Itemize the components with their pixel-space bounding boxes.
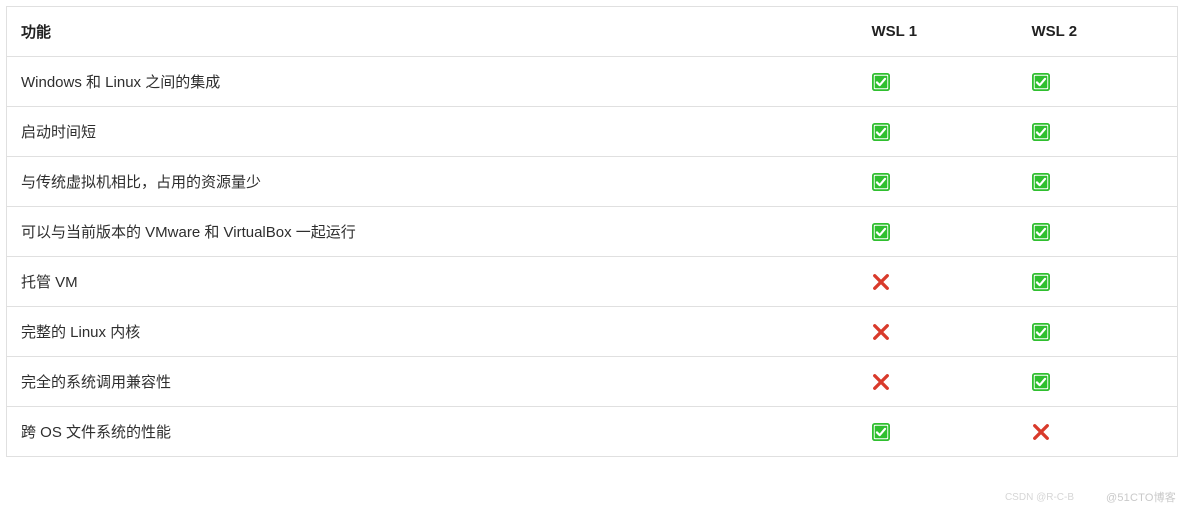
wsl1-cell (858, 107, 1018, 157)
wsl2-cell (1018, 207, 1178, 257)
wsl1-cell (858, 57, 1018, 107)
wsl1-cell (858, 257, 1018, 307)
cross-icon (872, 373, 890, 391)
check-icon (1032, 323, 1050, 341)
wsl1-cell (858, 157, 1018, 207)
feature-cell: 启动时间短 (7, 107, 858, 157)
wsl2-cell (1018, 57, 1178, 107)
feature-cell: 跨 OS 文件系统的性能 (7, 407, 858, 457)
wsl2-cell (1018, 157, 1178, 207)
check-icon (1032, 373, 1050, 391)
table-row: 跨 OS 文件系统的性能 (7, 407, 1178, 457)
watermark-primary: @51CTO博客 (1106, 489, 1176, 505)
check-icon (1032, 73, 1050, 91)
check-icon (1032, 273, 1050, 291)
wsl2-cell (1018, 307, 1178, 357)
wsl1-cell (858, 307, 1018, 357)
wsl2-cell (1018, 407, 1178, 457)
wsl2-cell (1018, 107, 1178, 157)
wsl2-cell (1018, 257, 1178, 307)
watermark-secondary: CSDN @R-C-B (1005, 492, 1074, 503)
check-icon (872, 423, 890, 441)
table-row: 与传统虚拟机相比，占用的资源量少 (7, 157, 1178, 207)
wsl1-cell (858, 207, 1018, 257)
table-row: Windows 和 Linux 之间的集成 (7, 57, 1178, 107)
check-icon (1032, 223, 1050, 241)
comparison-table: 功能 WSL 1 WSL 2 Windows 和 Linux 之间的集成启动时间… (6, 6, 1178, 457)
feature-cell: 完全的系统调用兼容性 (7, 357, 858, 407)
cross-icon (872, 273, 890, 291)
table-row: 完全的系统调用兼容性 (7, 357, 1178, 407)
wsl2-cell (1018, 357, 1178, 407)
feature-cell: 托管 VM (7, 257, 858, 307)
check-icon (1032, 123, 1050, 141)
feature-cell: 与传统虚拟机相比，占用的资源量少 (7, 157, 858, 207)
table-row: 启动时间短 (7, 107, 1178, 157)
cross-icon (872, 323, 890, 341)
check-icon (872, 123, 890, 141)
table-row: 托管 VM (7, 257, 1178, 307)
table-header-row: 功能 WSL 1 WSL 2 (7, 7, 1178, 57)
check-icon (1032, 173, 1050, 191)
check-icon (872, 73, 890, 91)
feature-cell: 可以与当前版本的 VMware 和 VirtualBox 一起运行 (7, 207, 858, 257)
check-icon (872, 223, 890, 241)
table-row: 可以与当前版本的 VMware 和 VirtualBox 一起运行 (7, 207, 1178, 257)
feature-cell: 完整的 Linux 内核 (7, 307, 858, 357)
feature-cell: Windows 和 Linux 之间的集成 (7, 57, 858, 107)
header-wsl2: WSL 2 (1018, 7, 1178, 57)
wsl1-cell (858, 357, 1018, 407)
header-feature: 功能 (7, 7, 858, 57)
cross-icon (1032, 423, 1050, 441)
check-icon (872, 173, 890, 191)
table-row: 完整的 Linux 内核 (7, 307, 1178, 357)
wsl1-cell (858, 407, 1018, 457)
header-wsl1: WSL 1 (858, 7, 1018, 57)
